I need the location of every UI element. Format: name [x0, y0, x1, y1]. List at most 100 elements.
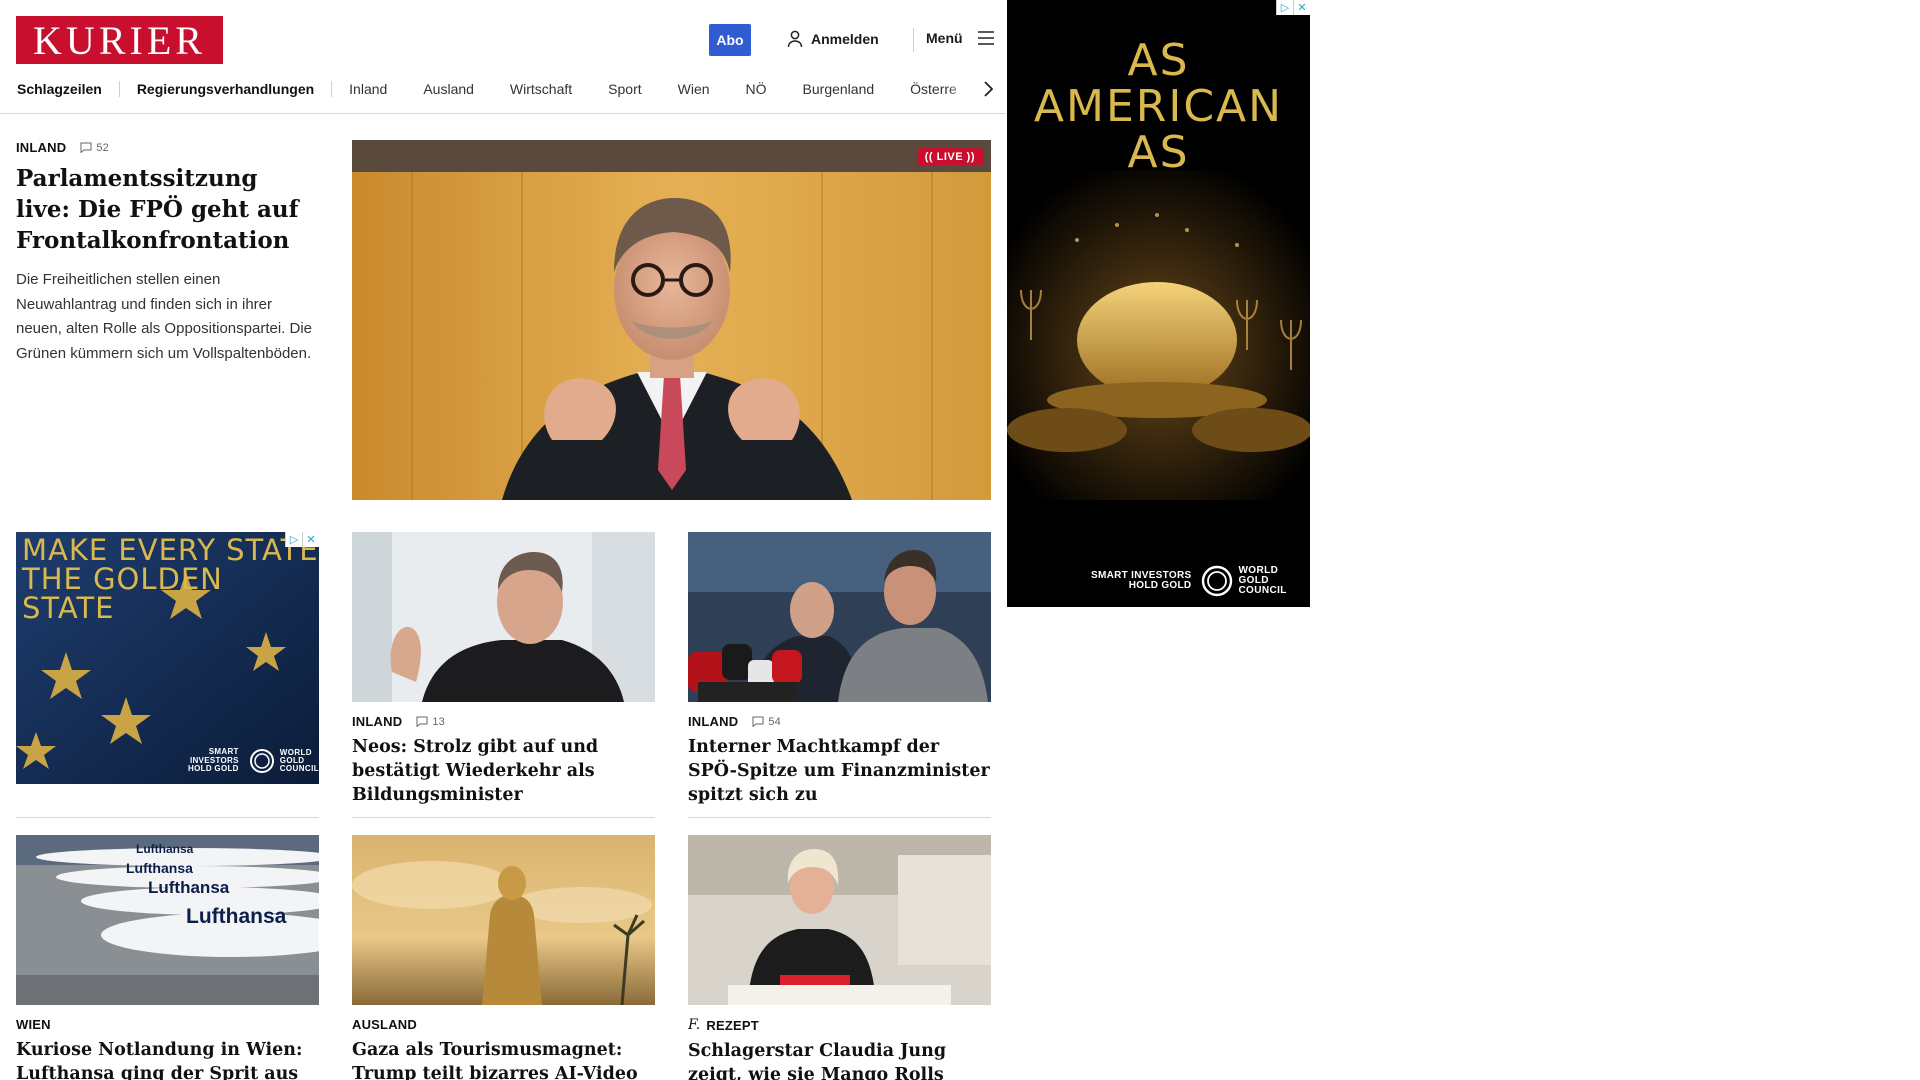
card-image[interactable]: Lufthansa Lufthansa Lufthansa Lufthansa [16, 835, 319, 1005]
nav-item-wirtschaft[interactable]: Wirtschaft [510, 81, 572, 97]
chevron-right-icon [984, 81, 993, 97]
ad-banner-small[interactable]: MAKE EVERY STATE THE GOLDEN STATE ▷ ✕ SM… [16, 532, 319, 784]
lead-image[interactable]: (( LIVE )) [352, 140, 991, 500]
card-category[interactable]: INLAND [352, 714, 402, 729]
nav-separator [331, 81, 333, 97]
nav-item-wien[interactable]: Wien [678, 81, 710, 97]
nav-item-noe[interactable]: NÖ [746, 81, 767, 97]
comment-bubble-icon [416, 716, 428, 727]
comment-count: 52 [96, 141, 109, 154]
ad-right-headline-line: AS [1127, 127, 1190, 178]
nav-item-regierungsverhandlungen[interactable]: Regierungsverhandlungen [137, 81, 314, 97]
lead-photo-politician [352, 140, 991, 500]
nav-separator [118, 81, 120, 97]
photo-claudia-jung-kitchen [688, 835, 991, 1005]
card-headline[interactable]: Kuriose Notlandung in Wien: Lufthansa gi… [16, 1038, 319, 1080]
ad-right-brand: SMART INVESTORS HOLD GOLD WORLD GOLD COU… [1091, 565, 1287, 597]
logo-text: KURIER [33, 18, 206, 63]
ad-small-headline: MAKE EVERY STATE THE GOLDEN STATE [22, 536, 319, 623]
card-headline[interactable]: Interner Machtkampf der SPÖ-Spitze um Fi… [688, 735, 991, 807]
ad-right-headline: AS AMERICAN AS [1007, 38, 1310, 176]
adchoices-icon[interactable]: ▷ [1276, 0, 1293, 15]
comment-bubble-icon [80, 142, 92, 153]
wgc-ring-icon [1202, 565, 1233, 597]
photo-golden-statue [352, 835, 655, 1005]
lead-teaser: Die Freiheitlichen stellen einen Neuwahl… [16, 271, 313, 362]
nav-item-sport[interactable]: Sport [608, 81, 641, 97]
ad-right-tagline: SMART INVESTORS HOLD GOLD [1091, 570, 1192, 592]
card-category[interactable]: AUSLAND [352, 1017, 417, 1032]
header-divider [913, 28, 914, 52]
card-headline[interactable]: Neos: Strolz gibt auf und bestätigt Wied… [352, 735, 655, 807]
hamburger-icon [977, 31, 994, 45]
ad-choices[interactable]: ▷ ✕ [285, 532, 319, 547]
card-image[interactable] [352, 532, 655, 702]
login-button[interactable]: Anmelden [787, 30, 879, 48]
nav-fade [946, 78, 976, 100]
card-headline[interactable]: Gaza als Tourismusmagnet: Trump teilt bi… [352, 1038, 655, 1080]
lead-category[interactable]: INLAND [16, 140, 66, 155]
ad-close-icon[interactable]: ✕ [1293, 0, 1310, 15]
article-card: INLAND 13 Neos: Strolz gibt auf und best… [352, 532, 655, 807]
svg-text:Lufthansa: Lufthansa [136, 842, 194, 856]
nav-item-inland[interactable]: Inland [349, 81, 387, 97]
login-label: Anmelden [811, 31, 879, 47]
ad-small-headline-line: STATE [22, 591, 115, 625]
card-image[interactable] [688, 532, 991, 702]
lead-meta: INLAND 52 [16, 140, 316, 155]
nav-item-burgenland[interactable]: Burgenland [803, 81, 875, 97]
card-comment-count[interactable]: 13 [416, 716, 445, 728]
ad-close-icon[interactable]: ✕ [302, 532, 319, 547]
ad-right-headline-line: AMERICAN [1033, 81, 1284, 132]
card-meta: INLAND 13 [352, 714, 655, 729]
card-category[interactable]: WIEN [16, 1017, 51, 1032]
card-headline[interactable]: Schlagerstar Claudia Jung zeigt, wie sie… [688, 1039, 991, 1080]
lead-comment-count[interactable]: 52 [80, 142, 109, 154]
card-category-label: REZEPT [706, 1017, 759, 1033]
svg-text:Lufthansa: Lufthansa [126, 860, 193, 876]
card-image[interactable] [688, 835, 991, 1005]
kurier-logo[interactable]: KURIER [16, 16, 223, 64]
card-meta: WIEN [16, 1017, 319, 1032]
menu-label: Menü [926, 30, 963, 46]
wgc-text: WORLD GOLD COUNCIL [280, 749, 319, 773]
comment-count: 13 [432, 715, 445, 728]
card-category[interactable]: f. REZEPT [688, 1017, 759, 1033]
ad-small-tagline: SMART INVESTORS HOLD GOLD [159, 748, 239, 773]
article-card: AUSLAND Gaza als Tourismusmagnet: Trump … [352, 835, 655, 1080]
wgc-line: COUNCIL [1238, 585, 1287, 596]
nav-next-button[interactable] [978, 80, 998, 98]
ad-small-brand: SMART INVESTORS HOLD GOLD WORLD GOLD COU… [159, 748, 319, 774]
card-comment-count[interactable]: 54 [752, 716, 781, 728]
menu-button[interactable]: Menü [926, 30, 995, 46]
tagline-line: HOLD GOLD [1128, 580, 1192, 591]
tagline-line: HOLD GOLD [188, 764, 239, 774]
site-header: KURIER Abo Anmelden Menü Schlagzeilen Re… [0, 0, 1006, 114]
wgc-logo: WORLD GOLD COUNCIL [1201, 565, 1286, 597]
svg-text:Lufthansa: Lufthansa [148, 878, 230, 897]
live-badge: (( LIVE )) [916, 148, 983, 166]
card-divider [688, 817, 991, 818]
comment-bubble-icon [752, 716, 764, 727]
ad-skyscraper[interactable]: AS AMERICAN AS ▷ ✕ SMART INVESTORS HOLD … [1007, 0, 1310, 607]
article-card: Lufthansa Lufthansa Lufthansa Lufthansa … [16, 835, 319, 1080]
card-category[interactable]: INLAND [688, 714, 738, 729]
nav-item-ausland[interactable]: Ausland [423, 81, 474, 97]
nav-item-schlagzeilen[interactable]: Schlagzeilen [17, 81, 102, 97]
photo-spoe-press [688, 532, 991, 702]
adchoices-icon[interactable]: ▷ [285, 532, 302, 547]
ad-small-headline-line: THE GOLDEN [22, 562, 223, 596]
abo-button[interactable]: Abo [709, 24, 751, 56]
article-card: f. REZEPT Schlagerstar Claudia Jung zeig… [688, 835, 991, 1080]
card-divider [352, 817, 655, 818]
ad-choices[interactable]: ▷ ✕ [1276, 0, 1310, 15]
wgc-text: WORLD GOLD COUNCIL [1238, 566, 1286, 596]
tagline-line: SMART INVESTORS [189, 747, 239, 765]
recipe-f-icon: f. [688, 1017, 701, 1033]
card-image[interactable] [352, 835, 655, 1005]
lead-headline[interactable]: Parlamentssitzung live: Die FPÖ geht auf… [16, 163, 316, 256]
svg-text:Lufthansa: Lufthansa [186, 905, 287, 928]
wgc-ring-icon [249, 749, 274, 773]
card-meta: AUSLAND [352, 1017, 655, 1032]
lead-article: INLAND 52 Parlamentssitzung live: Die FP… [16, 140, 316, 366]
